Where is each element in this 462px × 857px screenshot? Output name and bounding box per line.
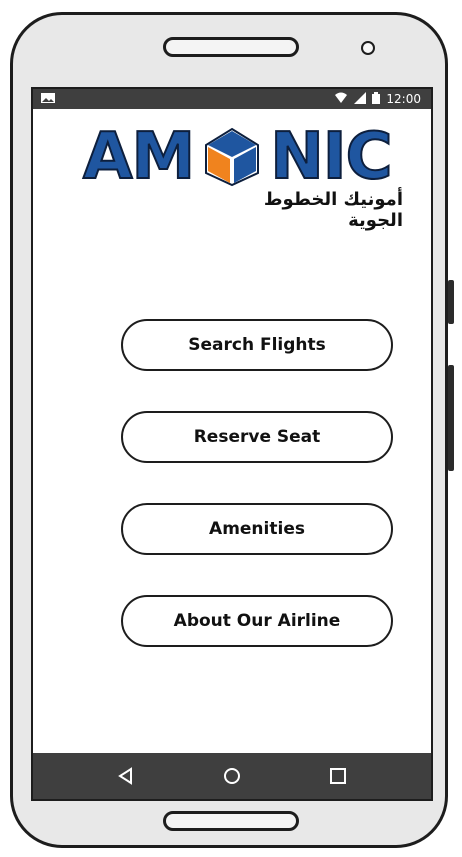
logo-emblem-icon — [200, 125, 264, 189]
recent-apps-icon[interactable] — [327, 765, 349, 787]
image-icon — [41, 92, 55, 106]
signal-icon — [354, 91, 367, 107]
status-bar: 12:00 — [33, 89, 431, 109]
status-left — [41, 92, 55, 106]
search-flights-button[interactable]: Search Flights — [121, 319, 393, 371]
battery-icon — [372, 91, 381, 107]
status-right: 12:00 — [334, 91, 421, 107]
logo-brand-left: AM — [82, 120, 196, 194]
status-time: 12:00 — [386, 92, 421, 106]
wifi-icon — [334, 92, 348, 107]
main-menu: Search Flights Reserve Seat Amenities Ab… — [121, 319, 397, 647]
camera-icon — [361, 41, 375, 55]
logo-arabic-tagline: أمونيك الخطوط الجوية — [263, 189, 403, 231]
about-airline-button[interactable]: About Our Airline — [121, 595, 393, 647]
speaker-grille — [163, 37, 299, 57]
logo-wordmark: AM NIC — [82, 120, 394, 194]
screen: 12:00 AM NIC أمونيك الخطوط الجوية Search… — [31, 87, 433, 801]
power-button[interactable] — [448, 365, 454, 471]
amenities-button[interactable]: Amenities — [121, 503, 393, 555]
navigation-bar — [33, 753, 431, 799]
volume-button[interactable] — [448, 280, 454, 324]
back-icon[interactable] — [115, 765, 137, 787]
logo-brand-right: NIC — [269, 120, 393, 194]
home-icon[interactable] — [221, 765, 243, 787]
home-button[interactable] — [163, 811, 299, 831]
airline-logo: AM NIC أمونيك الخطوط الجوية — [82, 120, 403, 245]
reserve-seat-button[interactable]: Reserve Seat — [121, 411, 393, 463]
phone-frame: 12:00 AM NIC أمونيك الخطوط الجوية Search… — [10, 12, 454, 848]
